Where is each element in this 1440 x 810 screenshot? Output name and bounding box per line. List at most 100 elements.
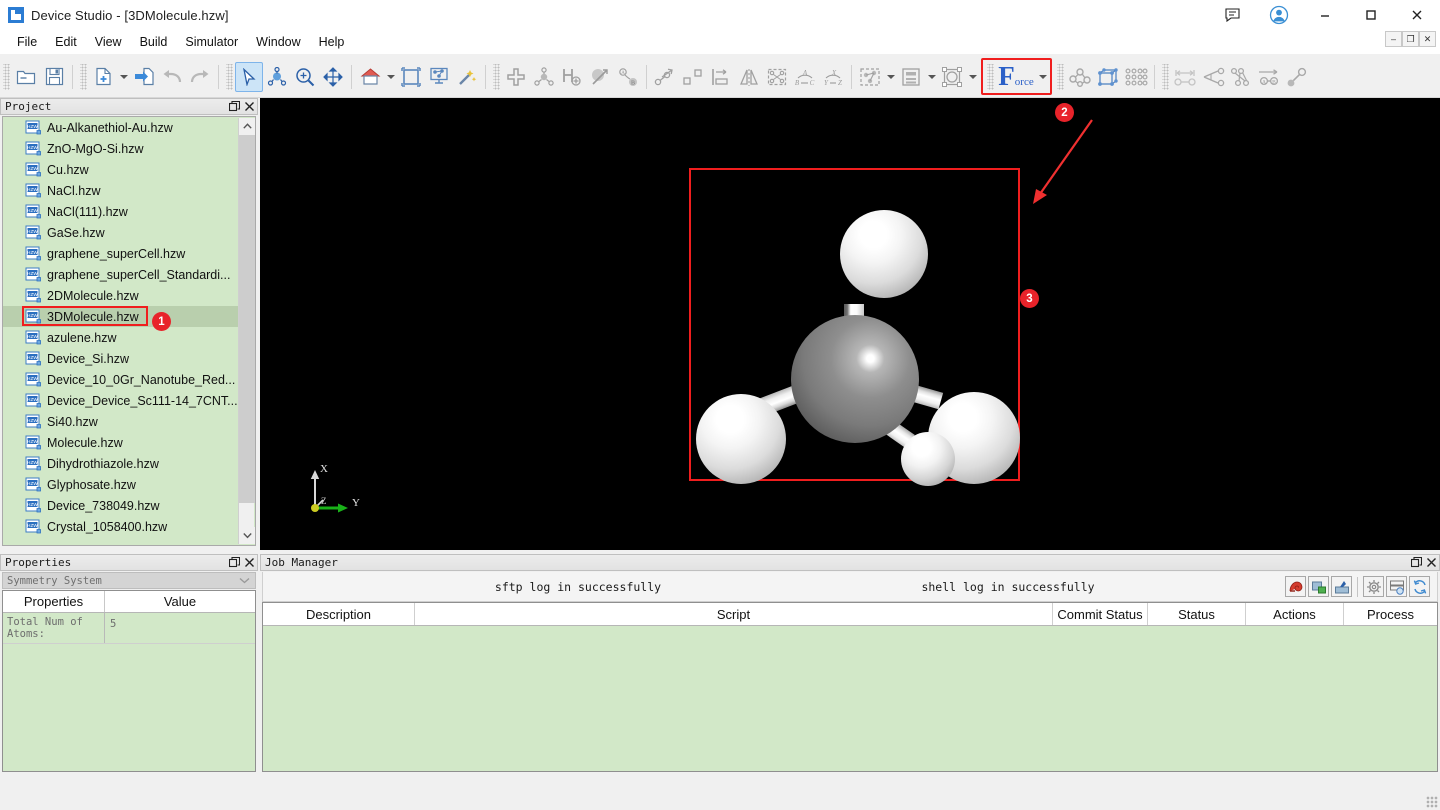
float-panel-icon[interactable] bbox=[227, 555, 242, 570]
toolbar-grip[interactable] bbox=[493, 64, 500, 90]
toolbar-grip[interactable] bbox=[1057, 64, 1064, 90]
molecule-3d-viewport[interactable]: X Y Z bbox=[262, 100, 1440, 548]
project-tree-item[interactable]: HZWMolecule.hzw bbox=[3, 432, 255, 453]
project-tree-item[interactable]: HZWDevice_10_0Gr_Nanotube_Red... bbox=[3, 369, 255, 390]
column-header-script[interactable]: Script bbox=[415, 603, 1053, 625]
project-tree-item[interactable]: HZWCu.hzw bbox=[3, 159, 255, 180]
distance-measure-icon[interactable] bbox=[1171, 62, 1199, 92]
atom-hydrogen-front[interactable] bbox=[901, 432, 955, 486]
close-panel-icon[interactable] bbox=[242, 99, 257, 114]
project-file-tree[interactable]: HZWAu-Alkanethiol-Au.hzwHZWZnO-MgO-Si.hz… bbox=[2, 116, 256, 546]
select-cursor-icon[interactable] bbox=[235, 62, 263, 92]
menu-item-window[interactable]: Window bbox=[247, 32, 309, 52]
refresh-sync-icon[interactable] bbox=[1409, 576, 1430, 597]
float-panel-icon[interactable] bbox=[1409, 555, 1424, 570]
rotate-atom-icon[interactable] bbox=[263, 62, 291, 92]
project-tree-item[interactable]: HZWGlyphosate.hzw bbox=[3, 474, 255, 495]
scroll-up-arrow-icon[interactable] bbox=[239, 118, 255, 135]
mdi-minimize-button[interactable]: – bbox=[1385, 31, 1402, 47]
layers-dropdown-arrow[interactable] bbox=[925, 62, 938, 92]
window-close-button[interactable] bbox=[1394, 0, 1440, 30]
menu-item-edit[interactable]: Edit bbox=[46, 32, 86, 52]
project-tree-item[interactable]: HZWZnO-MgO-Si.hzw bbox=[3, 138, 255, 159]
scrollbar-thumb[interactable] bbox=[239, 135, 255, 503]
upload-folder-icon[interactable] bbox=[1308, 576, 1329, 597]
run-job-icon[interactable] bbox=[1331, 576, 1352, 597]
unit-cell-icon[interactable] bbox=[1094, 62, 1122, 92]
region-dropdown-arrow[interactable] bbox=[966, 62, 979, 92]
open-folder-icon[interactable] bbox=[12, 62, 40, 92]
measure-bond-icon[interactable] bbox=[651, 62, 679, 92]
bond-length-icon[interactable] bbox=[1283, 62, 1311, 92]
feedback-icon[interactable] bbox=[1210, 0, 1256, 30]
force-field-icon[interactable]: Force bbox=[996, 60, 1036, 93]
torsion-measure-icon[interactable] bbox=[1227, 62, 1255, 92]
project-tree-item[interactable]: HZWSi40.hzw bbox=[3, 411, 255, 432]
project-tree-scrollbar[interactable] bbox=[238, 118, 254, 544]
bond-angle-abc-icon[interactable]: ABC bbox=[791, 62, 819, 92]
window-maximize-button[interactable] bbox=[1348, 0, 1394, 30]
pan-move-icon[interactable] bbox=[319, 62, 347, 92]
float-panel-icon[interactable] bbox=[227, 99, 242, 114]
bulk-lattice-icon[interactable] bbox=[1122, 62, 1150, 92]
modify-atom-icon[interactable] bbox=[530, 62, 558, 92]
project-file-3dmolecule[interactable]: HZW3DMolecule.hzw bbox=[3, 306, 255, 327]
project-tree-item[interactable]: HZWazulene.hzw bbox=[3, 327, 255, 348]
align-left-icon[interactable] bbox=[707, 62, 735, 92]
redo-arrow-icon[interactable] bbox=[186, 62, 214, 92]
magic-wand-icon[interactable] bbox=[453, 62, 481, 92]
column-header-description[interactable]: Description bbox=[263, 603, 415, 625]
project-tree-item[interactable]: HZWAu-Alkanethiol-Au.hzw bbox=[3, 117, 255, 138]
resize-grip-icon[interactable] bbox=[1426, 796, 1438, 808]
window-minimize-button[interactable] bbox=[1302, 0, 1348, 30]
user-account-icon[interactable] bbox=[1256, 0, 1302, 30]
dihedral-xyz-icon[interactable]: XYZ bbox=[819, 62, 847, 92]
delete-atom-icon[interactable] bbox=[586, 62, 614, 92]
symmetry-system-select[interactable]: Symmetry System bbox=[2, 572, 256, 589]
project-tree-item[interactable]: HZWCrystal_1058400.hzw bbox=[3, 516, 255, 537]
atom-carbon-center[interactable] bbox=[791, 315, 919, 443]
menu-item-file[interactable]: File bbox=[8, 32, 46, 52]
angle-measure-icon[interactable] bbox=[1199, 62, 1227, 92]
force-dropdown-arrow[interactable] bbox=[1036, 62, 1049, 92]
zoom-magnifier-icon[interactable] bbox=[291, 62, 319, 92]
project-tree-item[interactable]: HZWGaSe.hzw bbox=[3, 222, 255, 243]
save-disk-icon[interactable] bbox=[40, 62, 68, 92]
close-panel-icon[interactable] bbox=[242, 555, 257, 570]
new-document-dropdown-arrow[interactable] bbox=[117, 62, 130, 92]
mdi-restore-button[interactable]: ❐ bbox=[1402, 31, 1419, 47]
add-hydrogen-icon[interactable] bbox=[558, 62, 586, 92]
atom-hydrogen-left[interactable] bbox=[696, 394, 786, 484]
column-header-status[interactable]: Status bbox=[1148, 603, 1246, 625]
home-view-dropdown-arrow[interactable] bbox=[384, 62, 397, 92]
project-tree-item[interactable]: HZWgraphene_superCell_Standardi... bbox=[3, 264, 255, 285]
menu-item-view[interactable]: View bbox=[86, 32, 131, 52]
menu-item-help[interactable]: Help bbox=[310, 32, 354, 52]
translate-cell-icon[interactable] bbox=[679, 62, 707, 92]
cluster-select-icon[interactable] bbox=[856, 62, 884, 92]
project-tree-item[interactable]: HZWDihydrothiazole.hzw bbox=[3, 453, 255, 474]
project-tree-item[interactable]: HZWDevice_738049.hzw bbox=[3, 495, 255, 516]
settings-gear-icon[interactable] bbox=[1363, 576, 1384, 597]
column-header-commit-status[interactable]: Commit Status bbox=[1053, 603, 1148, 625]
close-panel-icon[interactable] bbox=[1424, 555, 1439, 570]
display-style-icon[interactable] bbox=[425, 62, 453, 92]
undo-arrow-icon[interactable] bbox=[158, 62, 186, 92]
project-tree-item[interactable]: HZWNaCl(111).hzw bbox=[3, 201, 255, 222]
project-tree-item[interactable]: HZWDevice_Si.hzw bbox=[3, 348, 255, 369]
molecule-render[interactable] bbox=[262, 100, 1440, 548]
rename-atom-ab-icon[interactable]: AB bbox=[614, 62, 642, 92]
scroll-down-arrow-icon[interactable] bbox=[239, 527, 255, 544]
menu-item-build[interactable]: Build bbox=[131, 32, 177, 52]
project-tree-item[interactable]: HZW2DMolecule.hzw bbox=[3, 285, 255, 306]
home-view-icon[interactable] bbox=[356, 62, 384, 92]
supercell-icon[interactable] bbox=[763, 62, 791, 92]
properties-table-row[interactable]: Total Num of Atoms:5 bbox=[3, 613, 255, 644]
server-list-icon[interactable] bbox=[1386, 576, 1407, 597]
atom-hydrogen-top[interactable] bbox=[840, 210, 928, 298]
cluster-dropdown-arrow[interactable] bbox=[884, 62, 897, 92]
mirror-icon[interactable] bbox=[735, 62, 763, 92]
toolbar-grip[interactable] bbox=[226, 64, 233, 90]
project-tree-item[interactable]: HZWNaCl.hzw bbox=[3, 180, 255, 201]
mdi-close-button[interactable]: ✕ bbox=[1419, 31, 1436, 47]
